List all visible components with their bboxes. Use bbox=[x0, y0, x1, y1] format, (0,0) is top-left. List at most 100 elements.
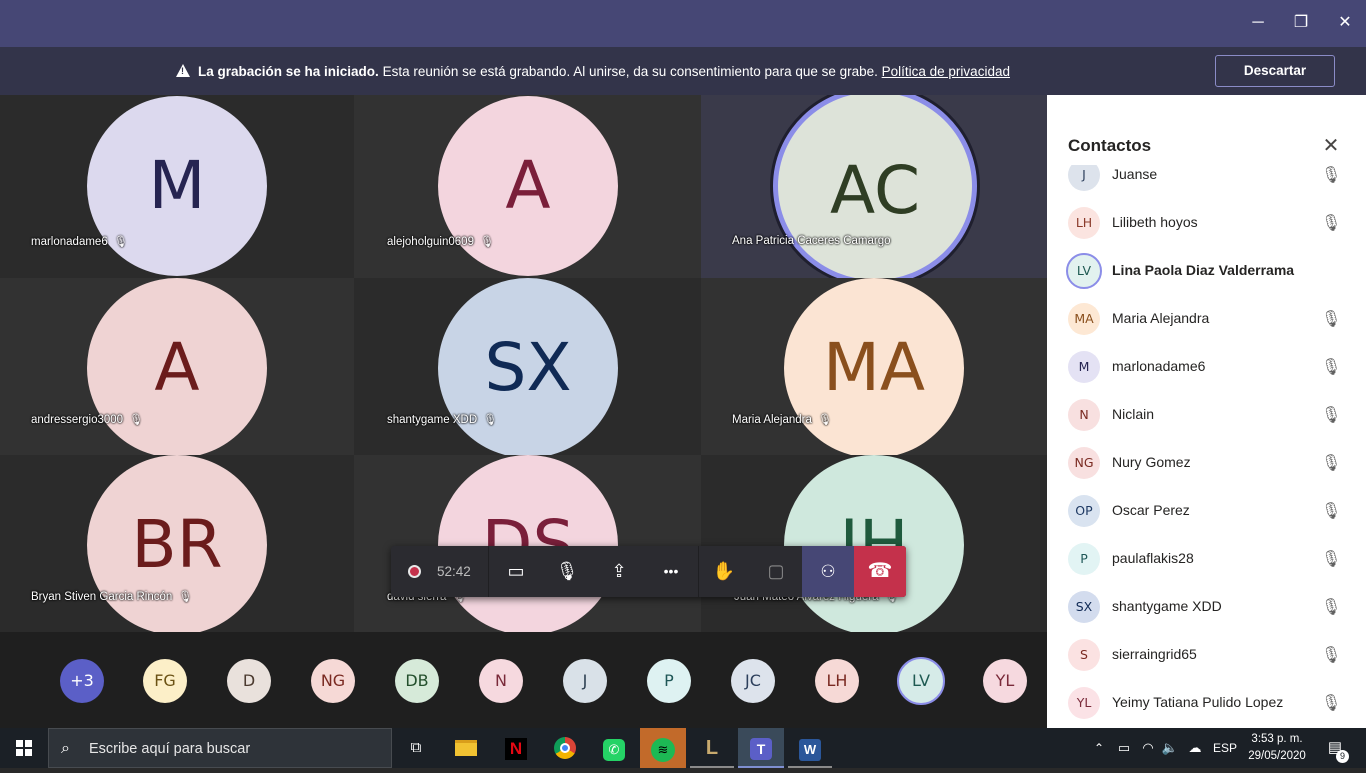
share-screen-icon: ⇪ bbox=[611, 561, 627, 581]
contact-avatar: M bbox=[1068, 351, 1100, 383]
language-indicator[interactable]: ESP bbox=[1212, 728, 1238, 768]
chat-button[interactable]: ▢ bbox=[751, 546, 801, 597]
contact-name: Maria Alejandra bbox=[1112, 310, 1210, 326]
clock[interactable]: 3:53 p. m. 29/05/2020 bbox=[1242, 731, 1312, 765]
contact-row-speaking[interactable]: LV Lina Paola Diaz Valderrama bbox=[1047, 247, 1366, 295]
teams-icon[interactable]: T bbox=[738, 728, 784, 768]
share-button[interactable]: ⇪ bbox=[594, 546, 644, 597]
contact-name: Niclain bbox=[1112, 406, 1155, 422]
league-of-legends-icon[interactable]: L bbox=[690, 728, 734, 768]
contact-row[interactable]: S sierraingrid65 🎙 bbox=[1047, 631, 1366, 679]
search-placeholder: Escribe aquí para buscar bbox=[89, 741, 251, 757]
strip-avatar[interactable]: P bbox=[647, 659, 691, 703]
contact-name: Yeimy Tatiana Pulido Lopez bbox=[1112, 694, 1284, 710]
strip-avatar[interactable]: J bbox=[563, 659, 607, 703]
strip-avatar[interactable]: N bbox=[479, 659, 523, 703]
close-window-button[interactable]: ✕ bbox=[1325, 8, 1365, 38]
privacy-policy-link[interactable]: Política de privacidad bbox=[882, 64, 1010, 79]
contact-name: Juanse bbox=[1112, 166, 1158, 182]
minimize-button[interactable]: ─ bbox=[1238, 8, 1278, 38]
contact-avatar: NG bbox=[1068, 447, 1100, 479]
avatar: MA bbox=[784, 278, 964, 455]
word-icon[interactable]: W bbox=[788, 728, 832, 768]
contact-name: sierraingrid65 bbox=[1112, 646, 1197, 662]
contact-name: shantygame XDD bbox=[1112, 598, 1222, 614]
mute-button[interactable]: 🎙 bbox=[542, 546, 592, 597]
contact-avatar: OP bbox=[1068, 495, 1100, 527]
call-timer: 52:42 bbox=[437, 564, 471, 579]
more-actions-button[interactable]: ••• bbox=[646, 546, 696, 597]
mic-muted-icon: 🎙 bbox=[1321, 599, 1342, 616]
contact-name: Nury Gomez bbox=[1112, 454, 1191, 470]
camera-off-button[interactable]: ▭ bbox=[491, 546, 541, 597]
strip-avatar-speaking[interactable]: LV bbox=[897, 657, 945, 705]
participant-tile[interactable]: M marlonadame6 🎙 bbox=[0, 95, 354, 278]
participant-name-text: Maria Alejandra bbox=[732, 414, 812, 426]
mic-off-icon: 🎙 bbox=[555, 561, 579, 581]
participant-tile[interactable]: MA Maria Alejandra 🎙 bbox=[701, 278, 1047, 455]
dismiss-button[interactable]: Descartar bbox=[1215, 55, 1335, 87]
show-hidden-icons-chevron-up-icon[interactable]: ⌃ bbox=[1090, 728, 1108, 768]
participant-tile-speaking[interactable]: AC Ana Patricia Caceres Camargo bbox=[701, 95, 1047, 278]
participant-tile[interactable]: SX shantygame XDD 🎙 bbox=[354, 278, 701, 455]
strip-avatar[interactable]: D bbox=[227, 659, 271, 703]
participant-tile[interactable]: A andressergio3000 🎙 bbox=[0, 278, 354, 455]
more-participants-button[interactable]: +3 bbox=[60, 659, 104, 703]
participant-tile[interactable]: DS david sierra 🎙 bbox=[354, 455, 701, 632]
strip-avatar[interactable]: FG bbox=[143, 659, 187, 703]
search-input[interactable]: ⌕ Escribe aquí para buscar bbox=[48, 728, 392, 768]
start-button[interactable] bbox=[0, 728, 48, 768]
avatar: AC bbox=[773, 95, 977, 278]
hang-up-button[interactable]: ☎ bbox=[854, 546, 906, 597]
restore-button[interactable]: ❐ bbox=[1281, 8, 1321, 38]
call-controls-bar: 52:42 ▭ 🎙 ⇪ ••• ✋ ▢ ⚇ ☎ bbox=[391, 546, 906, 597]
contact-row[interactable]: J Juanse 🎙 bbox=[1047, 165, 1366, 199]
contact-name: paulaflakis28 bbox=[1112, 550, 1194, 566]
file-explorer-icon[interactable] bbox=[446, 728, 486, 768]
strip-avatar[interactable]: NG bbox=[311, 659, 355, 703]
contact-row[interactable]: N Niclain 🎙 bbox=[1047, 391, 1366, 439]
contact-row[interactable]: YL Yeimy Tatiana Pulido Lopez 🎙 bbox=[1047, 679, 1366, 727]
close-panel-button[interactable]: ✕ bbox=[1321, 133, 1341, 157]
task-view-icon[interactable]: ⧉ bbox=[396, 728, 436, 768]
whatsapp-icon[interactable]: ✆ bbox=[594, 728, 634, 768]
strip-avatar[interactable]: DB bbox=[395, 659, 439, 703]
mic-muted-icon: 🎙 bbox=[1321, 551, 1342, 568]
strip-avatar[interactable]: LH bbox=[815, 659, 859, 703]
mic-muted-icon: 🎙 bbox=[1321, 503, 1342, 520]
contact-row[interactable]: NG Nury Gomez 🎙 bbox=[1047, 439, 1366, 487]
spotify-icon[interactable]: ≋ bbox=[640, 728, 686, 768]
onedrive-cloud-icon[interactable]: ☁ bbox=[1184, 728, 1206, 768]
strip-avatar[interactable]: YL bbox=[983, 659, 1027, 703]
contact-avatar: J bbox=[1068, 165, 1100, 191]
recording-banner: La grabación se ha iniciado. Esta reunió… bbox=[0, 47, 1366, 95]
contact-row[interactable]: LH Lilibeth hoyos 🎙 bbox=[1047, 199, 1366, 247]
contact-row[interactable]: SX shantygame XDD 🎙 bbox=[1047, 583, 1366, 631]
battery-icon[interactable]: ▭ bbox=[1114, 728, 1134, 768]
recording-consent-text: Esta reunión se está grabando. Al unirse… bbox=[378, 64, 882, 79]
notifications-button[interactable]: ▤ 9 bbox=[1322, 728, 1349, 768]
participant-tile[interactable]: BR Bryan Stiven Garcia Rincón 🎙 bbox=[0, 455, 354, 632]
show-participants-button[interactable]: ⚇ bbox=[802, 546, 854, 597]
avatar: BR bbox=[87, 455, 267, 632]
contact-row[interactable]: P paulaflakis28 🎙 bbox=[1047, 535, 1366, 583]
contact-row[interactable]: M marlonadame6 🎙 bbox=[1047, 343, 1366, 391]
netflix-icon[interactable]: N bbox=[496, 728, 536, 768]
contact-avatar: LV bbox=[1066, 253, 1102, 289]
recording-indicator-icon bbox=[408, 565, 421, 578]
raise-hand-button[interactable]: ✋ bbox=[699, 546, 749, 597]
mic-muted-icon: 🎙 bbox=[1321, 407, 1342, 424]
strip-avatar[interactable]: JC bbox=[731, 659, 775, 703]
wifi-icon[interactable]: ◠ bbox=[1138, 728, 1158, 768]
participant-tile[interactable]: A alejoholguin0609 🎙 bbox=[354, 95, 701, 278]
search-icon: ⌕ bbox=[61, 740, 70, 757]
avatar: SX bbox=[438, 278, 618, 455]
contact-row[interactable]: MA Maria Alejandra 🎙 bbox=[1047, 295, 1366, 343]
volume-icon[interactable]: 🔈 bbox=[1160, 728, 1180, 768]
contact-row[interactable]: OP Oscar Perez 🎙 bbox=[1047, 487, 1366, 535]
mic-muted-icon: 🎙 bbox=[483, 414, 498, 426]
chat-icon: ▢ bbox=[767, 561, 785, 581]
chrome-icon[interactable] bbox=[545, 728, 585, 768]
recording-message: La grabación se ha iniciado. Esta reunió… bbox=[176, 63, 1010, 79]
participant-tile[interactable]: JH Juan Mateo Alvarez Higuera 🎙 bbox=[701, 455, 1047, 632]
